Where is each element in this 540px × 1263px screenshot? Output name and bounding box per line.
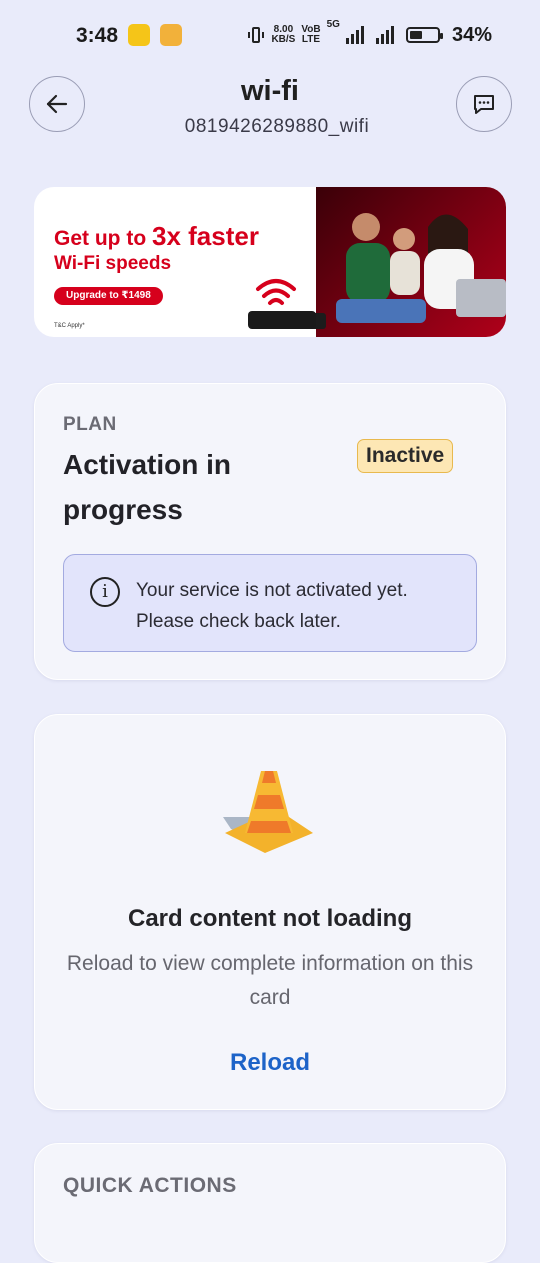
wifi-icon bbox=[256, 279, 296, 305]
vibrate-icon bbox=[248, 27, 265, 43]
chat-button[interactable] bbox=[456, 76, 512, 132]
info-message: Your service is not activated yet. Pleas… bbox=[136, 580, 408, 632]
battery-icon bbox=[405, 27, 443, 43]
quick-actions-card: QUICK ACTIONS bbox=[34, 1143, 506, 1263]
plan-card: PLAN Activation in progress Inactive i Y… bbox=[34, 383, 506, 680]
error-card: Card content not loading Reload to view … bbox=[34, 714, 506, 1110]
flipkart-notification-icon bbox=[128, 24, 150, 46]
battery-percentage: 34% bbox=[451, 23, 492, 46]
status-indicators: 8.00 KB/S VoB LTE 5G 34% bbox=[247, 20, 492, 50]
app-notification-icon bbox=[160, 24, 182, 46]
banner-headline: Get up to 3x faster bbox=[54, 221, 259, 251]
banner-terms: T&C Apply* bbox=[54, 323, 85, 329]
plan-status-title: Activation in progress bbox=[63, 449, 232, 525]
quick-actions-label: QUICK ACTIONS bbox=[63, 1174, 237, 1197]
status-time: 3:48 bbox=[76, 24, 119, 47]
traffic-cone-icon bbox=[223, 771, 313, 853]
info-icon: i bbox=[90, 577, 120, 607]
banner-subheadline: Wi-Fi speeds bbox=[54, 253, 172, 274]
signal-strength-2-icon bbox=[375, 26, 394, 44]
volte-indicator: VoB LTE bbox=[301, 24, 321, 45]
signal-strength-icon bbox=[345, 26, 364, 44]
network-type: 5G bbox=[326, 19, 340, 30]
chat-bubble-icon bbox=[474, 95, 494, 114]
upgrade-button[interactable]: Upgrade to ₹1498 bbox=[54, 287, 163, 305]
network-speed: 8.00 KB/S bbox=[271, 24, 296, 45]
error-subtitle: Reload to view complete information on t… bbox=[66, 952, 474, 1009]
status-badge: Inactive bbox=[357, 439, 454, 473]
info-banner: i Your service is not activated yet. Ple… bbox=[63, 554, 477, 652]
error-title: Card content not loading bbox=[128, 905, 412, 932]
router-image bbox=[248, 311, 316, 329]
plan-label: PLAN bbox=[63, 414, 117, 435]
promo-banner[interactable]: Get up to 3x faster Wi-Fi speeds Upgrade… bbox=[34, 187, 506, 337]
reload-button[interactable]: Reload bbox=[35, 1049, 505, 1077]
status-bar: 3:48 8.00 KB/S VoB LTE 5G 34% bbox=[0, 0, 540, 64]
family-illustration bbox=[306, 213, 506, 329]
page-subtitle: 0819426289880_wifi bbox=[184, 116, 370, 137]
